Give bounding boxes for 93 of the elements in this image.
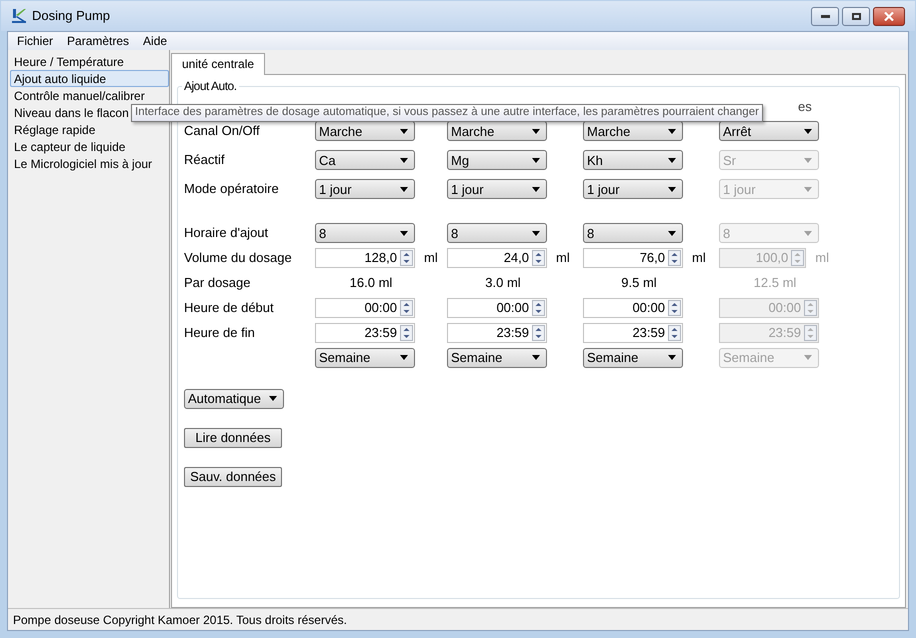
dropdown[interactable]: 1 jour (583, 179, 683, 199)
caret-icon (400, 158, 408, 162)
app-logo-icon (11, 8, 27, 24)
per-dose-value: 9.5 ml (620, 274, 658, 292)
spinner-arrows-icon[interactable] (532, 324, 545, 340)
minimize-button[interactable] (811, 6, 839, 26)
dropdown[interactable]: 8 (315, 223, 415, 243)
caret-icon (532, 230, 540, 236)
menu-item[interactable]: Aide (136, 32, 174, 50)
caret-icon (269, 396, 277, 401)
close-icon (884, 12, 894, 20)
per-dose-value: 3.0 ml (484, 274, 522, 292)
caret-icon (668, 186, 676, 192)
dropdown[interactable]: 8 (447, 223, 547, 243)
caret-icon (400, 355, 408, 360)
spinner-arrows-icon[interactable] (668, 324, 681, 340)
caret-icon (400, 186, 408, 192)
unit-label: ml (692, 249, 706, 268)
caret-icon (668, 158, 676, 162)
dropdown[interactable]: Kh (583, 150, 683, 170)
caret-icon (400, 230, 408, 236)
spin-field[interactable]: 24,0 (447, 248, 547, 268)
caret-icon (804, 158, 812, 162)
caret-icon (400, 128, 408, 134)
dropdown[interactable]: 1 jour (315, 179, 415, 199)
window-title: Dosing Pump (32, 7, 110, 26)
tab[interactable]: unité centrale (171, 53, 266, 75)
dropdown[interactable]: Ca (315, 150, 415, 170)
menu-item[interactable]: Paramètres (60, 32, 136, 50)
dropdown[interactable]: Marche (447, 121, 547, 141)
row-label: Volume du dosage (184, 249, 293, 268)
spin-field[interactable]: 00:00 (315, 298, 415, 318)
sidebar-item[interactable]: Ajout auto liquide (10, 70, 169, 87)
per-dose-value: 16.0 ml (348, 274, 394, 292)
per-dose-value: 12.5 ml (752, 274, 798, 292)
unit-label: ml (556, 249, 570, 268)
caret-icon (668, 355, 676, 360)
spin-field[interactable]: 128,0 (315, 248, 415, 268)
caret-icon (532, 128, 540, 134)
row-label: Mode opératoire (184, 180, 280, 198)
status-text: Pompe doseuse Copyright Kamoer 2015. Tous droits réservés. (13, 612, 347, 628)
unit-label: ml (815, 249, 829, 268)
sidebar-item[interactable]: Le capteur de liquide (10, 138, 169, 155)
group-title: Ajout Auto. (182, 78, 239, 94)
spin-field[interactable]: 76,0 (583, 248, 683, 268)
row-label: Par dosage (184, 274, 252, 292)
tooltip: Interface des paramètres de dosage automatique, si vous passez à une autre interface, les paramètres pourraient changer (131, 104, 763, 122)
spin-field[interactable]: 23:59 (447, 322, 547, 342)
spinner-arrows-icon[interactable] (532, 250, 545, 266)
maximize-button[interactable] (842, 6, 870, 26)
caret-icon (804, 355, 812, 360)
caret-icon (668, 230, 676, 236)
spinner-arrows-icon[interactable] (532, 300, 545, 316)
caret-icon (532, 186, 540, 192)
close-button[interactable] (873, 6, 905, 26)
dropdown[interactable]: Semaine (583, 348, 683, 368)
dropdown[interactable]: Marche (315, 121, 415, 141)
caret-icon (532, 355, 540, 360)
dropdown[interactable]: Mg (447, 150, 547, 170)
row-label: Heure de début (184, 298, 275, 317)
dropdown[interactable]: Automatique (184, 388, 284, 408)
spin-field[interactable]: 00:00 (447, 298, 547, 318)
sidebar-item[interactable]: Heure / Température (10, 53, 169, 70)
row-label: Horaire d'ajout (184, 224, 270, 242)
spinner-arrows-icon[interactable] (400, 250, 413, 266)
caret-icon (668, 128, 676, 134)
spinner-arrows-icon[interactable] (400, 324, 413, 340)
caret-icon (804, 128, 812, 134)
dropdown[interactable]: 1 jour (447, 179, 547, 199)
spinner-arrows-icon[interactable] (668, 250, 681, 266)
action-button[interactable]: Sauv. données (184, 466, 282, 486)
dropdown[interactable]: Marche (583, 121, 683, 141)
caret-icon (804, 230, 812, 236)
row-label: Canal On/Off (184, 122, 261, 140)
spinner-arrows-icon[interactable] (400, 300, 413, 316)
sidebar-item[interactable]: Contrôle manuel/calibrer (10, 87, 169, 104)
caret-icon (532, 158, 540, 162)
row-label: Réactif (184, 151, 226, 170)
spin-field[interactable]: 00:00 (583, 298, 683, 318)
sidebar-item[interactable]: Le Micrologiciel mis à jour (10, 155, 169, 172)
spin-field[interactable]: 23:59 (315, 322, 415, 342)
unit-label: ml (424, 249, 438, 268)
row-label: Heure de fin (184, 324, 256, 342)
action-button[interactable]: Lire données (184, 428, 282, 448)
dropdown[interactable]: Semaine (447, 348, 547, 368)
spin-field[interactable]: 23:59 (583, 322, 683, 342)
caret-icon (804, 186, 812, 192)
spinner-arrows-icon[interactable] (668, 300, 681, 316)
dropdown[interactable]: Semaine (315, 348, 415, 368)
text-fragment: es (798, 98, 812, 116)
sidebar-item[interactable]: Réglage rapide (10, 121, 169, 138)
menu-item[interactable]: Fichier (10, 32, 60, 50)
dropdown[interactable]: 8 (583, 223, 683, 243)
